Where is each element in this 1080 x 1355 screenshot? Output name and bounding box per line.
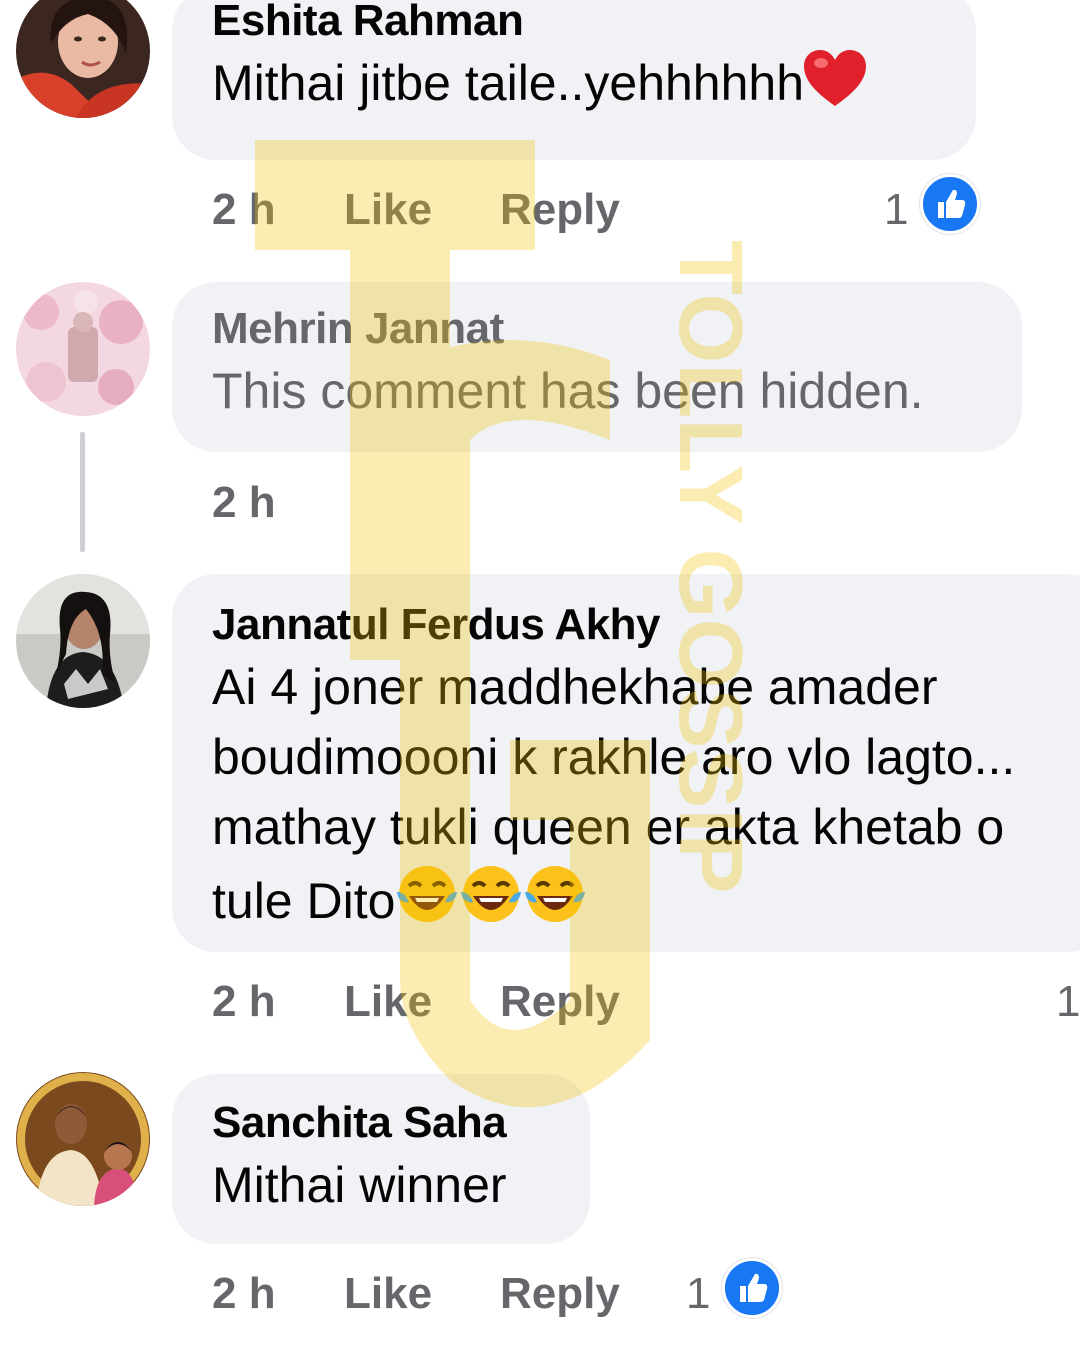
comment-bubble[interactable]: Eshita Rahman Mithai jitbe taile..yehhhh…: [172, 0, 976, 160]
comment-timestamp[interactable]: 2 h: [212, 473, 276, 533]
comment-text-line: Ai 4 joner maddhekhabe amader: [212, 659, 938, 715]
comment-timestamp[interactable]: 2 h: [212, 180, 276, 240]
avatar-sanchita-saha[interactable]: [16, 1072, 150, 1206]
laughing-tears-emoji-icon: [395, 862, 459, 944]
comment-text-line: tule Dito: [212, 873, 396, 929]
comment-bubble[interactable]: Sanchita Saha Mithai winner: [172, 1074, 590, 1244]
avatar-jannatul-ferdus-akhy[interactable]: [16, 574, 150, 708]
comment-text: tule Dito: [212, 862, 1072, 944]
comment-author[interactable]: Mehrin Jannat: [212, 302, 982, 356]
profile-photo: [16, 282, 150, 416]
comment-text-line: Mithai winner: [212, 1157, 507, 1213]
comment-text-line: mathay tukli queen er akta khetab o: [212, 799, 1005, 855]
reply-button[interactable]: Reply: [500, 972, 620, 1032]
laughing-tears-emoji-icon: [523, 862, 587, 944]
avatar-mehrin-jannat[interactable]: [16, 282, 150, 416]
comment-author[interactable]: Sanchita Saha: [212, 1096, 550, 1150]
comment-timestamp[interactable]: 2 h: [212, 1264, 276, 1324]
heart-emoji-icon: [804, 50, 867, 126]
like-button[interactable]: Like: [344, 180, 432, 240]
reaction-count[interactable]: 1: [686, 1264, 710, 1324]
like-button[interactable]: Like: [344, 1264, 432, 1324]
reaction-count[interactable]: 1: [1056, 972, 1080, 1032]
comment-author[interactable]: Jannatul Ferdus Akhy: [212, 598, 1072, 652]
comment-author[interactable]: Eshita Rahman: [212, 0, 936, 48]
reply-button[interactable]: Reply: [500, 180, 620, 240]
laughing-tears-emoji-icon: [459, 862, 523, 944]
profile-photo: [16, 0, 150, 118]
profile-photo: [16, 574, 150, 708]
reply-button[interactable]: Reply: [500, 1264, 620, 1324]
comment-text-line: boudimoooni k rakhle aro vlo lagto...: [212, 729, 1016, 785]
comment-text: Mithai jitbe taile..yehhhhhh: [212, 48, 936, 126]
profile-photo: [16, 1072, 150, 1206]
thread-connector-line: [80, 432, 85, 552]
like-reaction-icon[interactable]: [920, 174, 980, 234]
comment-bubble-hidden[interactable]: Mehrin Jannat This comment has been hidd…: [172, 282, 1022, 452]
comment-bubble[interactable]: Jannatul Ferdus Akhy Ai 4 joner maddhekh…: [172, 574, 1080, 952]
like-button[interactable]: Like: [344, 972, 432, 1032]
comment-actions: 2 h: [212, 473, 412, 533]
like-reaction-icon[interactable]: [722, 1258, 782, 1318]
avatar-eshita-rahman[interactable]: [16, 0, 150, 118]
hidden-comment-notice: This comment has been hidden.: [212, 363, 924, 419]
comment-actions: 2 h Like Reply 1: [212, 174, 992, 240]
comment-text-line: Mithai jitbe taile..yehhhhhh: [212, 55, 805, 111]
comment-timestamp[interactable]: 2 h: [212, 972, 276, 1032]
reaction-count[interactable]: 1: [884, 180, 908, 240]
comment-actions: 2 h Like Reply 1: [212, 1258, 792, 1324]
comment-actions: 2 h Like Reply 1: [212, 972, 1080, 1032]
